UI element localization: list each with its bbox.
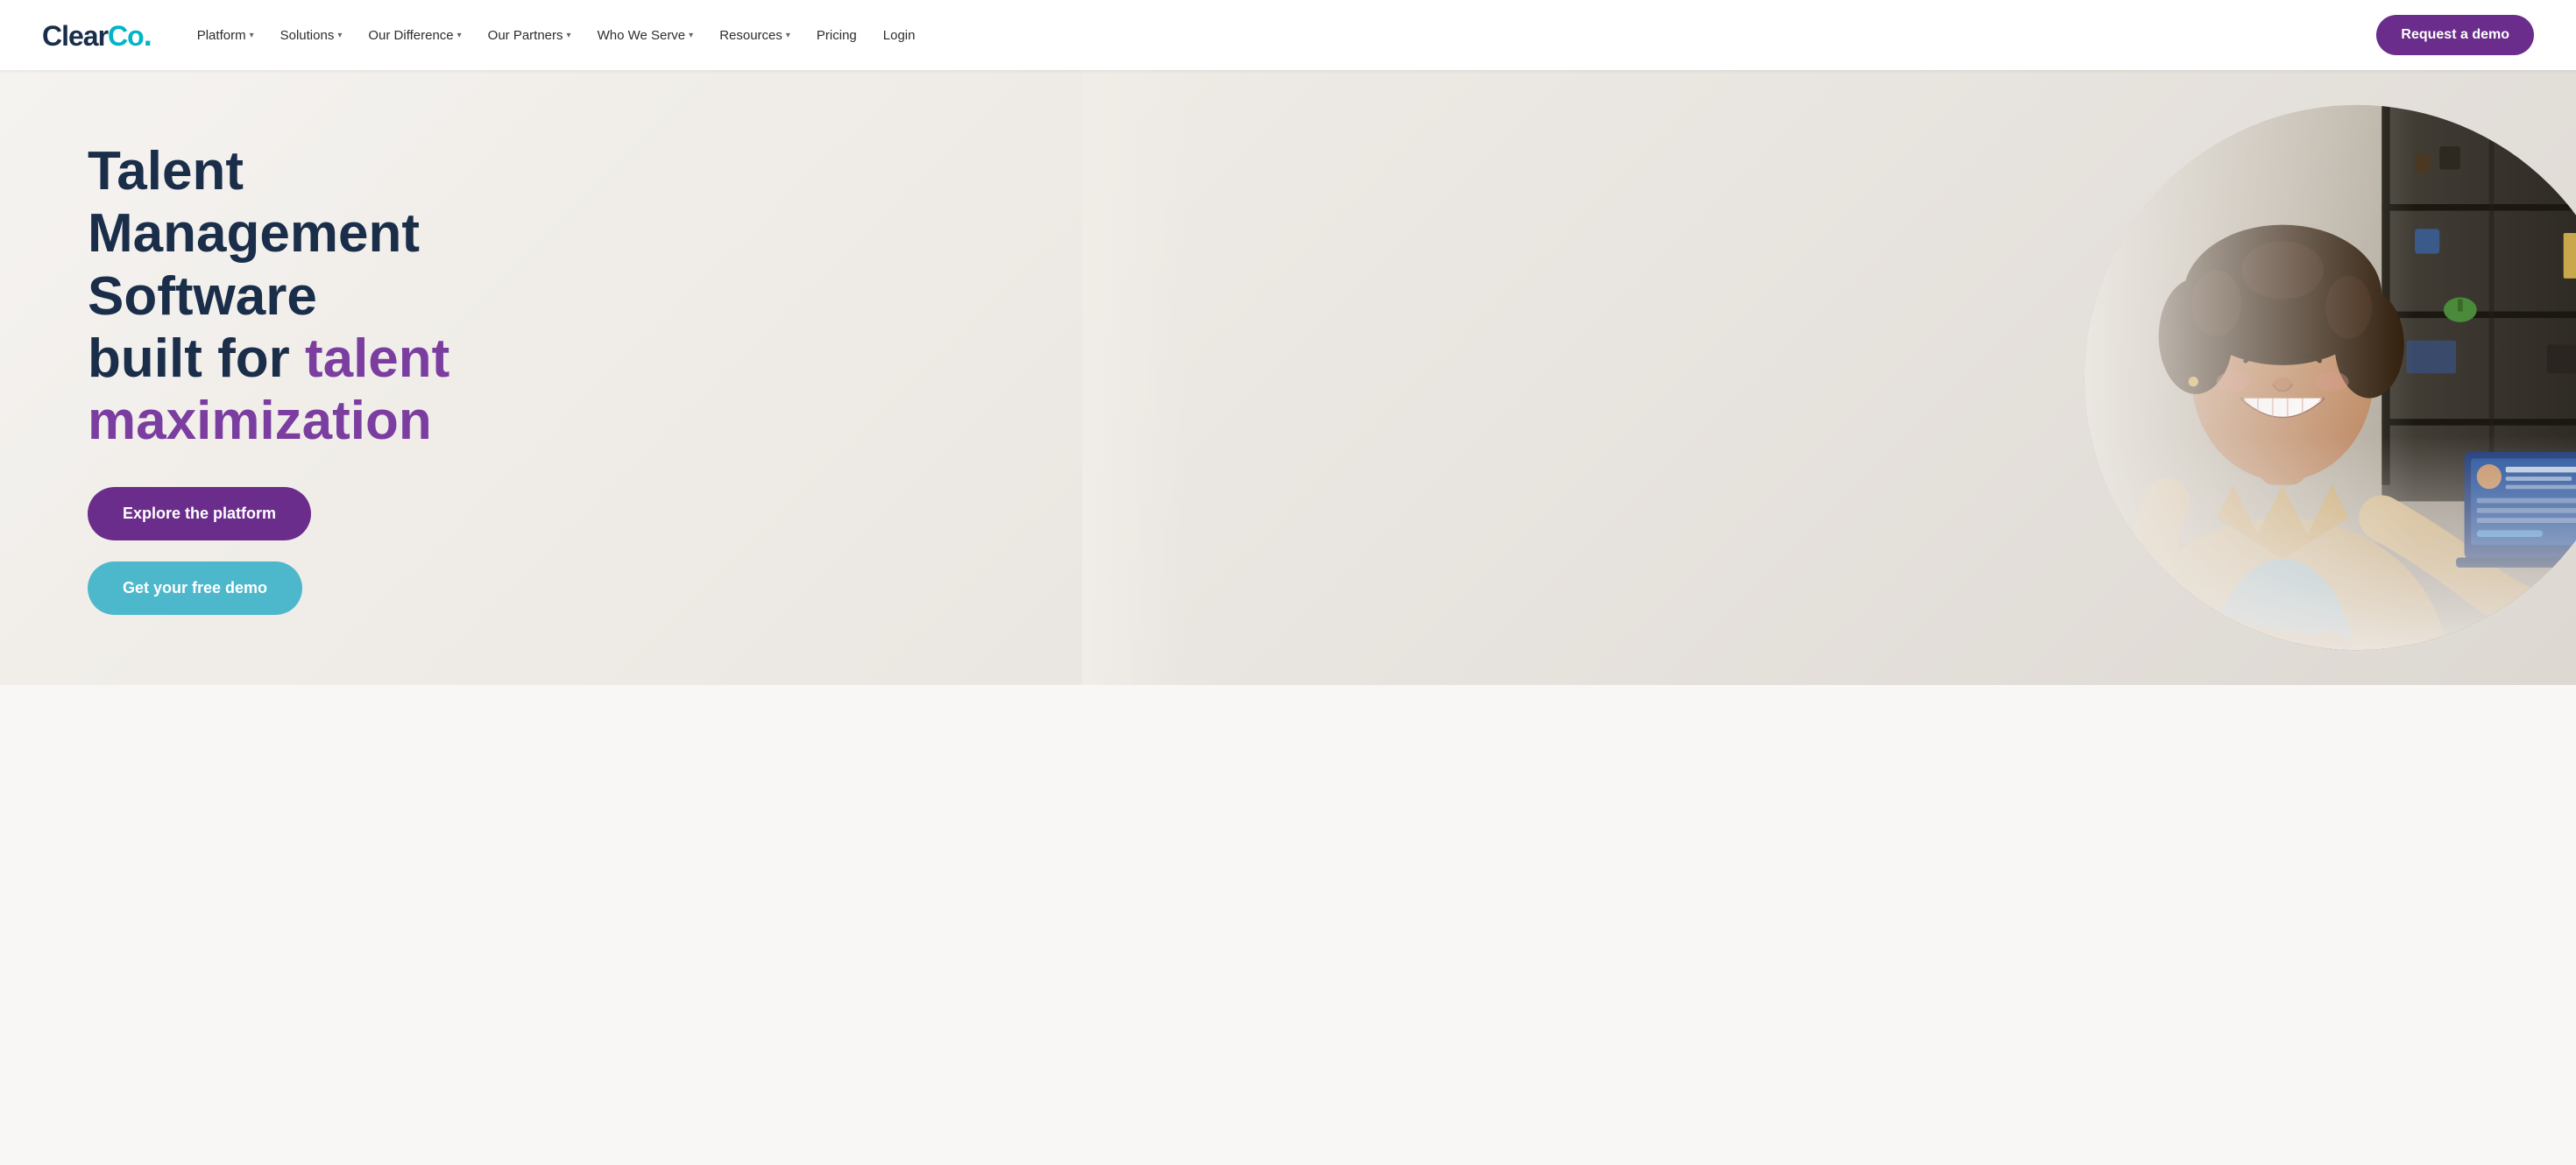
site-header: ClearCo. Platform ▾ Solutions ▾ Our Diff… bbox=[0, 0, 2576, 70]
nav-label-platform: Platform bbox=[197, 28, 246, 43]
hero-title: Talent Management Software built for tal… bbox=[88, 140, 526, 452]
nav-label-pricing: Pricing bbox=[817, 28, 857, 43]
get-free-demo-button[interactable]: Get your free demo bbox=[88, 561, 302, 615]
chevron-down-icon: ▾ bbox=[567, 31, 571, 40]
hero-illustration bbox=[2068, 88, 2576, 667]
nav-item-pricing[interactable]: Pricing bbox=[806, 21, 867, 50]
chevron-down-icon: ▾ bbox=[457, 31, 462, 40]
hero-buttons: Explore the platform Get your free demo bbox=[88, 487, 526, 615]
nav-item-our-difference[interactable]: Our Difference ▾ bbox=[357, 21, 471, 50]
chevron-down-icon: ▾ bbox=[689, 31, 693, 40]
main-nav: Platform ▾ Solutions ▾ Our Difference ▾ … bbox=[187, 21, 2363, 50]
nav-label-our-difference: Our Difference bbox=[368, 28, 453, 43]
logo-dot: . bbox=[144, 17, 152, 53]
chevron-down-icon: ▾ bbox=[250, 31, 254, 40]
nav-item-solutions[interactable]: Solutions ▾ bbox=[270, 21, 353, 50]
chevron-down-icon: ▾ bbox=[786, 31, 790, 40]
nav-item-resources[interactable]: Resources ▾ bbox=[709, 21, 801, 50]
nav-label-our-partners: Our Partners bbox=[488, 28, 563, 43]
nav-label-login: Login bbox=[883, 28, 916, 43]
nav-item-our-partners[interactable]: Our Partners ▾ bbox=[478, 21, 582, 50]
logo-text: ClearCo. bbox=[42, 17, 152, 53]
nav-item-who-we-serve[interactable]: Who We Serve ▾ bbox=[587, 21, 704, 50]
nav-item-platform[interactable]: Platform ▾ bbox=[187, 21, 265, 50]
hero-title-line2: built for bbox=[88, 328, 305, 389]
hero-section: Talent Management Software built for tal… bbox=[0, 70, 2576, 685]
hero-fade-overlay bbox=[1082, 70, 1187, 685]
logo-clear: Clear bbox=[42, 20, 108, 52]
hero-content: Talent Management Software built for tal… bbox=[0, 70, 596, 685]
nav-label-who-we-serve: Who We Serve bbox=[598, 28, 686, 43]
logo-co: Co bbox=[108, 20, 144, 52]
chevron-down-icon: ▾ bbox=[337, 31, 342, 40]
nav-item-login[interactable]: Login bbox=[873, 21, 926, 50]
nav-label-resources: Resources bbox=[719, 28, 782, 43]
nav-label-solutions: Solutions bbox=[280, 28, 335, 43]
logo[interactable]: ClearCo. bbox=[42, 17, 152, 53]
explore-platform-button[interactable]: Explore the platform bbox=[88, 487, 311, 540]
request-demo-button[interactable]: Request a demo bbox=[2376, 15, 2534, 55]
hero-title-line1: Talent Management Software bbox=[88, 141, 420, 327]
hero-image-area bbox=[1082, 70, 2576, 685]
